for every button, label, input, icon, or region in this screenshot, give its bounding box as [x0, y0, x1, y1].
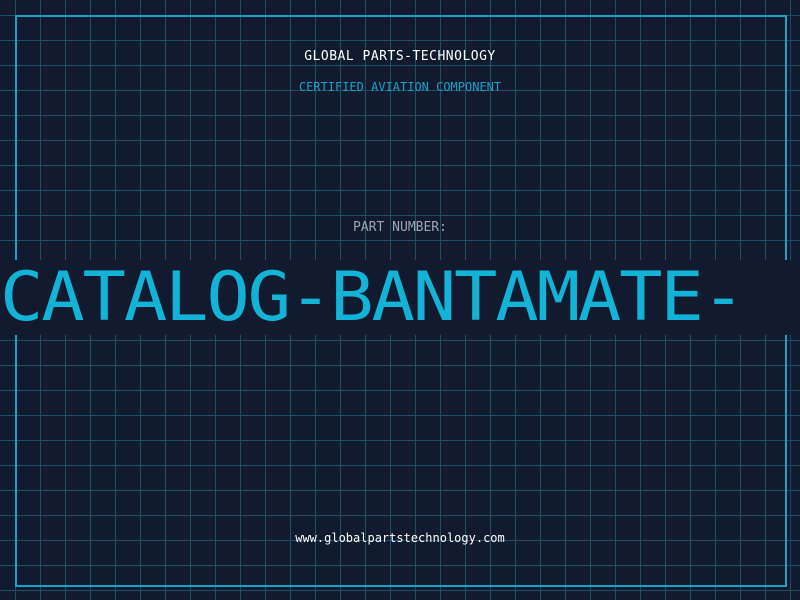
part-number-value: CATALOG-BANTAMATE-: [0, 260, 745, 335]
part-number-label: PART NUMBER:: [353, 220, 447, 235]
certification-subtitle: CERTIFIED AVIATION COMPONENT: [298, 80, 502, 94]
part-number-band: CATALOG-BANTAMATE-: [0, 260, 800, 335]
company-name: GLOBAL PARTS-TECHNOLOGY: [304, 49, 496, 64]
website-url: www.globalpartstechnology.com: [295, 531, 505, 545]
